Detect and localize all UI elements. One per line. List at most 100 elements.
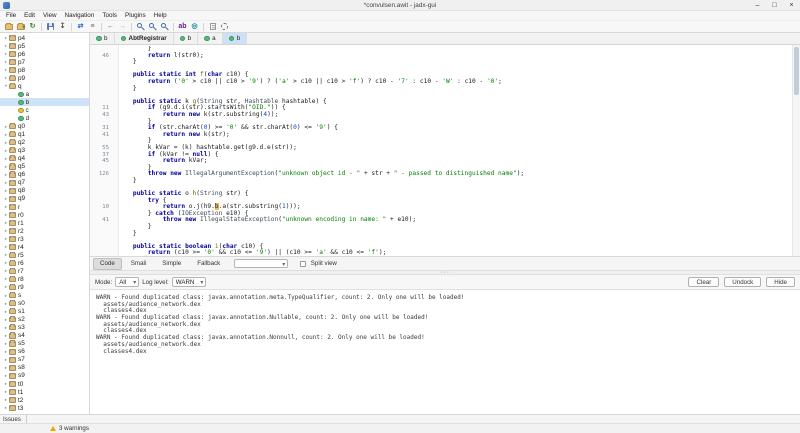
save-all-button[interactable] [45,22,56,32]
menu-item-edit[interactable]: Edit [20,12,39,19]
tree-item-b[interactable]: b [0,98,89,106]
tree-item-t0[interactable]: ▸t0 [0,380,89,388]
tree-item-p9[interactable]: ▸p9 [0,74,89,82]
tree-item-t2[interactable]: ▸t2 [0,396,89,404]
tree-item-a[interactable]: a [0,90,89,98]
tree-item-p6[interactable]: ▸p6 [0,50,89,58]
code-line[interactable]: 45 return kVar; [90,158,792,165]
issues-tab[interactable]: Issues [3,415,27,423]
code-line[interactable]: } [90,59,792,66]
open-file-button[interactable] [3,22,14,32]
reload-button[interactable]: ↻ [27,22,38,32]
code-line[interactable]: 43 return new k(str.substring(4)); [90,112,792,119]
code-mode-tab-simple[interactable]: Simple [155,258,188,270]
tree-item-r7[interactable]: ▸r7 [0,267,89,275]
tree-item-s1[interactable]: ▸s1 [0,308,89,316]
tree-item-r5[interactable]: ▸r5 [0,251,89,259]
settings-button[interactable] [219,22,230,32]
editor-tab-b[interactable]: b [90,33,115,44]
tree-item-q8[interactable]: ▸q8 [0,187,89,195]
editor-tab-b[interactable]: b [223,33,248,44]
tree-item-t3[interactable]: ▸t3 [0,404,89,412]
editor-scrollbar[interactable] [792,45,800,256]
tree-item-s0[interactable]: ▸s0 [0,300,89,308]
code-line[interactable]: 126 throw new IllegalArgumentException("… [90,171,792,178]
warnings-count[interactable]: 3 warnings [59,425,89,432]
tree-item-t1[interactable]: ▸t1 [0,388,89,396]
close-button[interactable]: × [783,0,800,10]
code-line[interactable]: 41 throw new IllegalStateException("unkn… [90,217,792,224]
code-mode-tab-smali[interactable]: Smali [124,258,153,270]
tree-item-r9[interactable]: ▸r9 [0,283,89,291]
tree-item-r4[interactable]: ▸r4 [0,243,89,251]
forward-button[interactable]: → [117,22,128,32]
tree-item-q7[interactable]: ▸q7 [0,179,89,187]
quark-button[interactable]: ◎ [189,22,200,32]
tree-item-q2[interactable]: ▸q2 [0,139,89,147]
tree-item-d[interactable]: d [0,114,89,122]
menu-item-view[interactable]: View [39,12,61,19]
editor-tab-AbtRegistrar[interactable]: AbtRegistrar [115,33,174,44]
tree-item-s3[interactable]: ▸s3 [0,324,89,332]
code-mode-combo[interactable] [234,259,288,268]
tree-item-p5[interactable]: ▸p5 [0,42,89,50]
tree-item-r6[interactable]: ▸r6 [0,259,89,267]
maximize-button[interactable]: □ [766,0,783,10]
tree-item-s[interactable]: ▸s [0,292,89,300]
log-button[interactable] [207,22,218,32]
menu-item-plugins[interactable]: Plugins [121,12,150,19]
undock-button[interactable]: Undock [724,277,761,287]
tree-item-p8[interactable]: ▸p8 [0,66,89,74]
flat-packages-button[interactable]: ≡ [87,22,98,32]
tree-item-q3[interactable]: ▸q3 [0,147,89,155]
menu-item-help[interactable]: Help [150,12,171,19]
code-editor[interactable]: }46 return l(str0); } public static int … [90,45,800,256]
code-line[interactable]: 41 return new k(str); [90,132,792,139]
minimize-button[interactable]: – [749,0,766,10]
tree-item-r[interactable]: ▸r [0,203,89,211]
menu-item-file[interactable]: File [2,12,20,19]
log-level-dropdown[interactable]: WARN [172,277,207,287]
tree-item-q1[interactable]: ▸q1 [0,131,89,139]
mode-dropdown[interactable]: All [115,277,139,287]
sync-button[interactable]: ⇄ [75,22,86,32]
tree-item-s9[interactable]: ▸s9 [0,372,89,380]
tree-item-s6[interactable]: ▸s6 [0,348,89,356]
tree-item-s8[interactable]: ▸s8 [0,364,89,372]
add-files-button[interactable] [15,22,26,32]
tree-item-q0[interactable]: ▸q0 [0,123,89,131]
code-line[interactable]: } [90,224,792,231]
editor-scrollbar-thumb[interactable] [794,47,799,95]
editor-tab-b[interactable]: b [174,33,199,44]
tree-item-q6[interactable]: ▸q6 [0,171,89,179]
menu-item-navigation[interactable]: Navigation [61,12,99,19]
tree-item-q5[interactable]: ▸q5 [0,163,89,171]
comment-search-button[interactable] [159,22,170,32]
code-line[interactable]: 46 return l(str0); [90,53,792,60]
tree-item-s7[interactable]: ▸s7 [0,356,89,364]
hide-button[interactable]: Hide [766,277,795,287]
code-line[interactable]: return ('0' > c10 || c10 > '9') ? ('a' >… [90,79,792,86]
tree-item-r2[interactable]: ▸r2 [0,227,89,235]
tree-item-s5[interactable]: ▸s5 [0,340,89,348]
tree-item-q4[interactable]: ▸q4 [0,155,89,163]
tree-item-p4[interactable]: ▸p4 [0,34,89,42]
code-mode-tab-fallback[interactable]: Fallback [190,258,227,270]
deobfuscation-button[interactable]: ab [177,22,188,32]
split-view-checkbox[interactable] [300,261,306,267]
clear-button[interactable]: Clear [688,277,719,287]
code-line[interactable]: } [90,231,792,238]
tree-item-r3[interactable]: ▸r3 [0,235,89,243]
class-search-button[interactable] [135,22,146,32]
tree-item-p7[interactable]: ▸p7 [0,58,89,66]
tree-item-c[interactable]: c [0,106,89,114]
code-line[interactable]: } [90,178,792,185]
code-line[interactable]: public static o h(String str) { [90,191,792,198]
code-line[interactable]: return (c10 >= '0' && c10 <= '9') || (c1… [90,250,792,256]
editor-tab-a[interactable]: a [198,33,223,44]
tree-item-r8[interactable]: ▸r8 [0,275,89,283]
code-mode-tab-code[interactable]: Code [93,258,122,270]
text-search-button[interactable] [147,22,158,32]
tree-item-q9[interactable]: ▸q9 [0,195,89,203]
export-button[interactable]: ↧ [57,22,68,32]
